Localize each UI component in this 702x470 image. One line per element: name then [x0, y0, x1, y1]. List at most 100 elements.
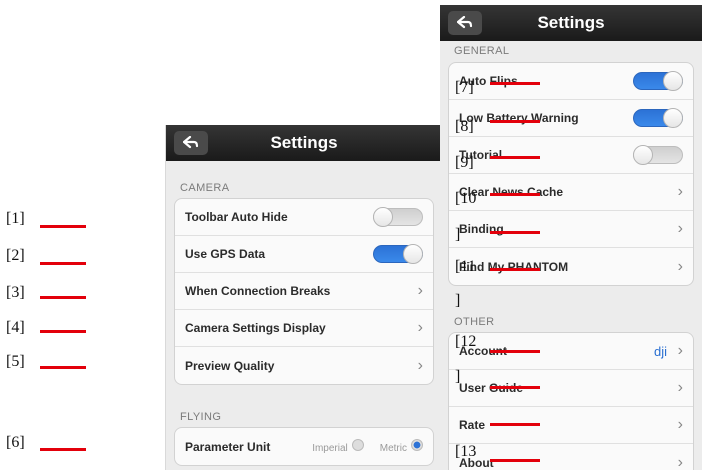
- unit-radio-group: Imperial Metric: [312, 439, 423, 454]
- annotation-line-4: [40, 330, 86, 333]
- annotation-line-rate: [490, 423, 540, 426]
- chevron-right-icon: ›: [677, 183, 683, 200]
- annotation-line-user-guide: [490, 386, 540, 389]
- other-settings-group: Account dji › User Guide › Rate › About …: [448, 332, 694, 470]
- annotation-marker-1: [1]: [6, 210, 25, 227]
- row-label: Parameter Unit: [185, 439, 271, 454]
- annotation-line-binding: [490, 231, 540, 234]
- row-label: Camera Settings Display: [185, 321, 326, 335]
- auto-flips-toggle[interactable]: [633, 71, 683, 91]
- section-header-camera: CAMERA: [180, 182, 230, 194]
- navigation-bar: Settings: [440, 5, 702, 41]
- metric-label: Metric: [379, 443, 407, 454]
- row-label: Toolbar Auto Hide: [185, 210, 288, 224]
- annotation-line-5: [40, 366, 86, 369]
- annotation-marker-13: [13: [455, 443, 477, 460]
- annotation-line-1: [40, 225, 86, 228]
- annotation-line-10: [490, 193, 540, 196]
- imperial-label: Imperial: [312, 443, 348, 454]
- general-settings-group: Auto Flips Low Battery Warning Tutorial …: [448, 62, 694, 286]
- user-guide-row[interactable]: User Guide ›: [449, 370, 693, 407]
- annotation-marker-10-close: ]: [455, 226, 461, 243]
- section-header-other: OTHER: [454, 316, 495, 328]
- find-my-phantom-row[interactable]: Find My PHANTOM ›: [449, 248, 693, 285]
- row-label: Low Battery Warning: [459, 111, 579, 125]
- annotation-line-13: [490, 459, 540, 462]
- chevron-right-icon: ›: [677, 416, 683, 433]
- annotation-marker-8: [8]: [455, 118, 474, 135]
- row-label: Tutorial: [459, 148, 503, 162]
- chevron-right-icon: ›: [677, 379, 683, 396]
- annotation-marker-3: [3]: [6, 284, 25, 301]
- annotation-marker-9: [9]: [455, 154, 474, 171]
- annotation-line-7: [490, 82, 540, 85]
- low-battery-warning-toggle[interactable]: [633, 108, 683, 128]
- tutorial-toggle[interactable]: [633, 145, 683, 165]
- chevron-right-icon: ›: [677, 257, 683, 275]
- toggle-knob: [663, 71, 683, 91]
- rate-row[interactable]: Rate ›: [449, 407, 693, 444]
- low-battery-warning-row[interactable]: Low Battery Warning: [449, 100, 693, 137]
- row-label: About: [459, 455, 494, 470]
- annotation-marker-12-close: ]: [455, 368, 461, 385]
- toolbar-auto-hide-toggle[interactable]: [373, 207, 423, 227]
- navigation-bar: Settings: [166, 125, 442, 161]
- row-label: Preview Quality: [185, 358, 275, 373]
- binding-row[interactable]: Binding ›: [449, 211, 693, 248]
- when-connection-breaks-row[interactable]: When Connection Breaks ›: [175, 273, 433, 310]
- camera-settings-group: Toolbar Auto Hide Use GPS Data When Conn…: [174, 198, 434, 385]
- annotation-line-2: [40, 262, 86, 265]
- toggle-knob: [663, 108, 683, 128]
- about-row[interactable]: About ›: [449, 444, 693, 470]
- row-label: Auto Flips: [459, 74, 518, 88]
- flying-settings-group: Parameter Unit Imperial Metric: [174, 427, 434, 466]
- camera-settings-screen: Settings CAMERA Toolbar Auto Hide Use GP…: [165, 125, 442, 470]
- toggle-knob: [373, 207, 393, 227]
- account-value: dji: [653, 343, 667, 359]
- chevron-right-icon: ›: [417, 319, 423, 336]
- annotation-marker-10: [10: [455, 190, 477, 207]
- use-gps-data-row[interactable]: Use GPS Data: [175, 236, 433, 273]
- camera-settings-display-row[interactable]: Camera Settings Display ›: [175, 310, 433, 347]
- annotation-marker-2: [2]: [6, 247, 25, 264]
- general-settings-screen: Settings GENERAL Auto Flips Low Battery …: [440, 5, 702, 470]
- page-title: Settings: [537, 13, 605, 32]
- annotation-marker-12: [12: [455, 333, 477, 350]
- annotation-line-6: [40, 448, 86, 451]
- imperial-radio[interactable]: [351, 439, 364, 451]
- use-gps-data-toggle[interactable]: [373, 244, 423, 264]
- annotation-line-8: [490, 120, 540, 123]
- row-label: Account: [459, 344, 507, 358]
- annotation-marker-5: [5]: [6, 353, 25, 370]
- clear-news-cache-row[interactable]: Clear News Cache ›: [449, 174, 693, 211]
- row-label: Use GPS Data: [185, 247, 266, 261]
- annotation-marker-4: [4]: [6, 319, 25, 336]
- annotation-line-11: [490, 268, 540, 271]
- imperial-option[interactable]: Imperial: [312, 439, 364, 454]
- toggle-knob: [633, 145, 653, 165]
- metric-radio[interactable]: [411, 439, 423, 451]
- section-header-flying: FLYING: [180, 411, 222, 423]
- section-header-general: GENERAL: [454, 45, 510, 57]
- row-label: Find My PHANTOM: [459, 259, 569, 274]
- annotation-marker-11-close: ]: [455, 292, 461, 309]
- row-label: Clear News Cache: [459, 185, 564, 199]
- annotation-marker-7: [7]: [455, 79, 474, 96]
- preview-quality-row[interactable]: Preview Quality ›: [175, 347, 433, 384]
- chevron-right-icon: ›: [677, 453, 683, 470]
- chevron-right-icon: ›: [417, 282, 423, 299]
- toggle-knob: [403, 244, 423, 264]
- chevron-right-icon: ›: [677, 220, 683, 237]
- chevron-right-icon: ›: [677, 342, 683, 359]
- parameter-unit-row: Parameter Unit Imperial Metric: [175, 428, 433, 465]
- annotation-line-3: [40, 296, 86, 299]
- toolbar-auto-hide-row[interactable]: Toolbar Auto Hide: [175, 199, 433, 236]
- metric-option[interactable]: Metric: [380, 439, 423, 454]
- row-label: When Connection Breaks: [185, 284, 331, 298]
- auto-flips-row[interactable]: Auto Flips: [449, 63, 693, 100]
- account-row[interactable]: Account dji ›: [449, 333, 693, 370]
- annotation-marker-6: [6]: [6, 434, 25, 451]
- annotation-marker-11: [11: [455, 258, 476, 275]
- page-title: Settings: [270, 133, 338, 152]
- tutorial-row[interactable]: Tutorial: [449, 137, 693, 174]
